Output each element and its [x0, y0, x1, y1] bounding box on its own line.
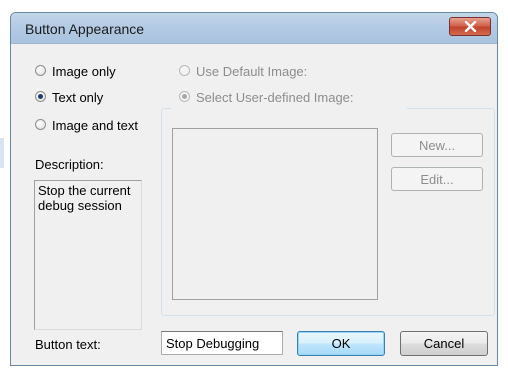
radio-label: Text only: [52, 90, 104, 105]
radio-label: Image only: [52, 64, 116, 79]
radio-indicator: [35, 65, 46, 76]
close-button[interactable]: [449, 17, 491, 36]
button-text-input[interactable]: [161, 331, 283, 355]
button-appearance-dialog: Button Appearance Image only Text only I…: [10, 12, 498, 366]
radio-indicator: [35, 119, 46, 130]
title-bar[interactable]: Button Appearance: [11, 13, 497, 44]
edit-image-button[interactable]: Edit...: [391, 167, 483, 191]
radio-label: Image and text: [52, 118, 138, 133]
button-text-label: Button text:: [35, 337, 101, 352]
dialog-title: Button Appearance: [25, 21, 145, 37]
radio-label: Select User-defined Image:: [196, 90, 354, 105]
close-icon: [464, 21, 477, 32]
background-window-edge: [0, 138, 4, 168]
description-text: Stop the current debug session: [38, 183, 131, 213]
description-label: Description:: [35, 157, 104, 172]
ok-button[interactable]: OK: [297, 331, 385, 356]
radio-label: Use Default Image:: [196, 64, 308, 79]
cancel-button[interactable]: Cancel: [400, 331, 488, 356]
radio-indicator: [179, 65, 190, 76]
user-image-list[interactable]: [172, 128, 378, 300]
description-textbox[interactable]: Stop the current debug session: [34, 180, 142, 330]
radio-indicator: [35, 91, 46, 102]
radio-indicator: [179, 91, 190, 102]
dialog-body: Image only Text only Image and text Desc…: [11, 44, 497, 365]
new-image-button[interactable]: New...: [391, 133, 483, 157]
